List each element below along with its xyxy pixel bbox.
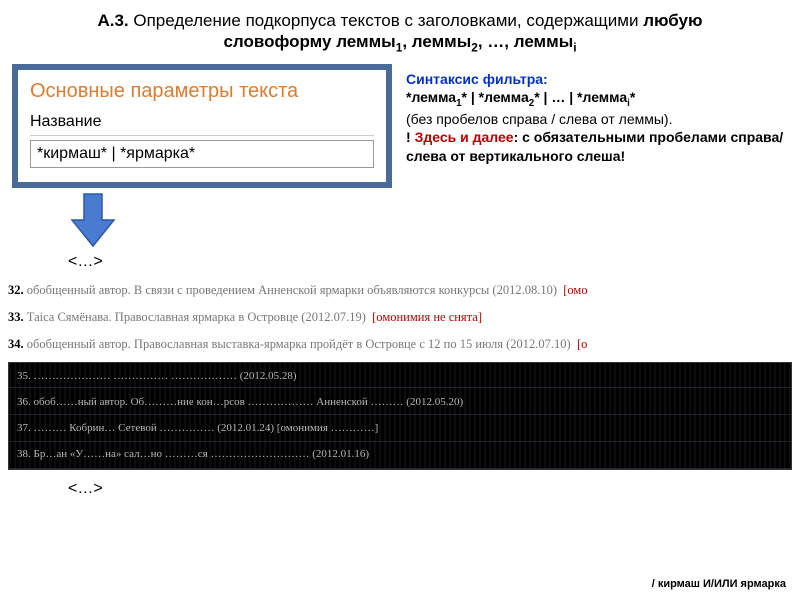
result-row: 34. обобщенный автор. Православная выста… [8,331,792,358]
corrupted-row: 35. ………………… …………… ……………… (2012.05.28) [9,363,791,389]
corrupted-row: 38. Бр…ан «У……на» сал…но ………ся ………………………… [9,441,791,467]
ellipsis-bottom: <…> [0,474,800,498]
footer-note: / кирмаш И/ИЛИ ярмарка [652,578,786,590]
syntax-pattern: *лемма1* | *лемма2* | … | *леммаi* [406,88,788,111]
result-row: 32. обобщенный автор. В связи с проведен… [8,277,792,304]
result-row: 33. Таіса Сямёнава. Православная ярмарка… [8,304,792,331]
syntax-note: (без пробелов справа / слева от леммы). [406,110,788,128]
slide-title: А.3. Определение подкорпуса текстов с за… [0,0,800,60]
results-list: 32. обобщенный автор. В связи с проведен… [0,277,800,358]
ellipsis-top: <…> [0,253,800,277]
syntax-heading: Синтаксис фильтра: [406,70,788,88]
corrupted-row: 36. обоб……ный автор. Об………ние кон…рсов …… [9,389,791,415]
syntax-warning: ! Здесь и далее: c обязательными пробела… [406,128,788,164]
title-filter-input[interactable] [30,140,374,168]
down-arrow-icon [70,192,116,248]
search-form-panel: Основные параметры текста Название [12,64,392,188]
syntax-explanation: Синтаксис фильтра: *лемма1* | *лемма2* |… [406,64,788,188]
corrupted-results-block: 35. ………………… …………… ……………… (2012.05.28) 36… [8,362,792,470]
corrupted-row: 37. ……… Кобрин… Сетевой …………… (2012.01.2… [9,415,791,441]
form-heading: Основные параметры текста [30,80,374,103]
field-label-title: Название [30,113,374,136]
